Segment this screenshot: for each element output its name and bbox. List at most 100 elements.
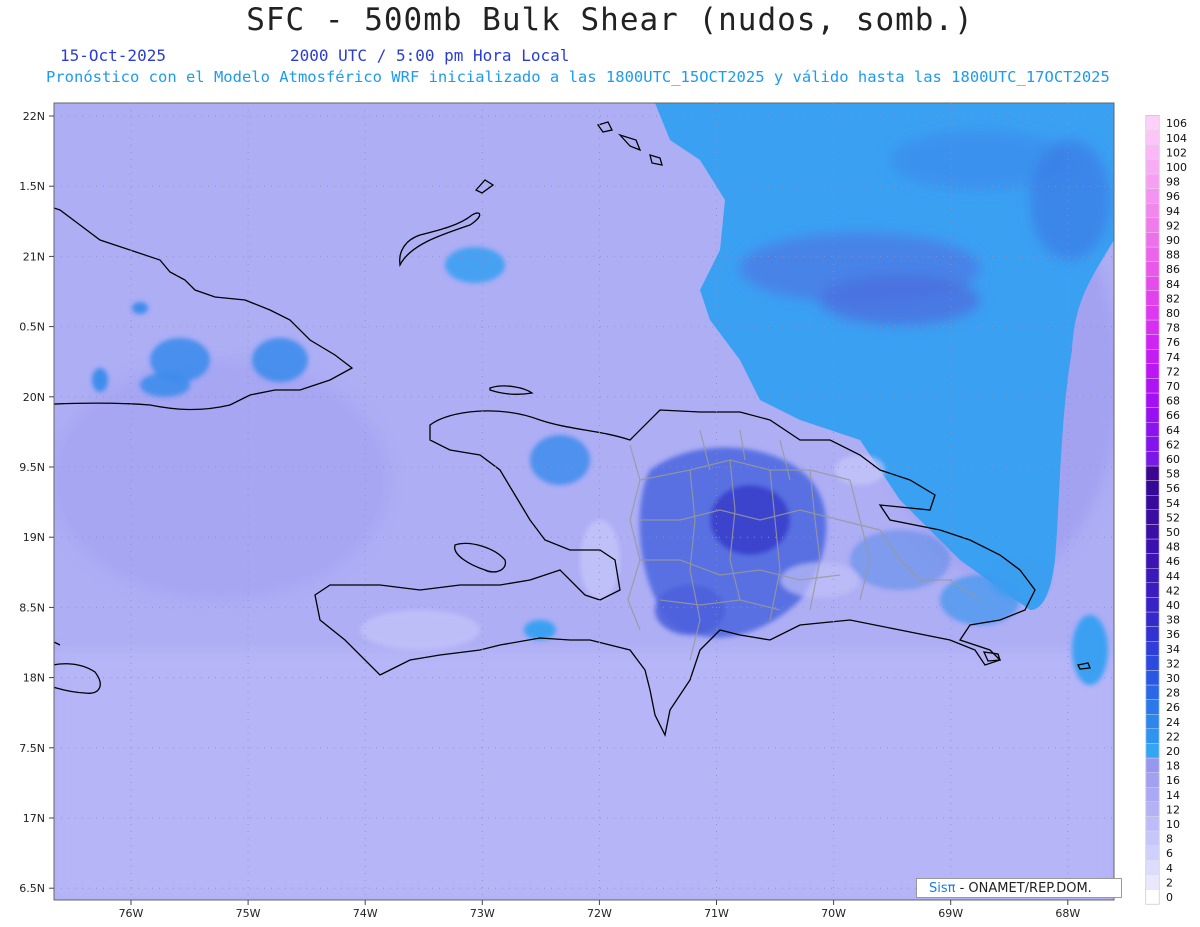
legend-label: 30 — [1166, 672, 1180, 685]
legend-swatch — [1145, 655, 1160, 671]
legend-label: 66 — [1166, 409, 1180, 422]
legend-swatch — [1145, 246, 1160, 262]
legend-swatch — [1145, 860, 1160, 876]
legend-label: 106 — [1166, 117, 1187, 130]
legend-label: 78 — [1166, 322, 1180, 335]
legend-swatch — [1145, 232, 1160, 248]
legend-swatch — [1145, 290, 1160, 306]
legend-swatch — [1145, 334, 1160, 350]
legend-label: 102 — [1166, 146, 1187, 159]
legend-label: 12 — [1166, 803, 1180, 816]
legend-label: 26 — [1166, 701, 1180, 714]
legend-label: 10 — [1166, 818, 1180, 831]
legend-swatch — [1145, 772, 1160, 788]
legend-swatch — [1145, 801, 1160, 817]
legend-swatch — [1145, 495, 1160, 511]
legend-swatch — [1145, 129, 1160, 145]
legend-swatch — [1145, 261, 1160, 277]
legend-swatch — [1145, 202, 1160, 218]
legend-label: 84 — [1166, 278, 1180, 291]
legend-label: 104 — [1166, 132, 1187, 145]
credit-org: - ONAMET/REP.DOM. — [959, 881, 1092, 896]
legend-label: 20 — [1166, 745, 1180, 758]
legend-swatch — [1145, 436, 1160, 452]
legend-label: 88 — [1166, 249, 1180, 262]
legend-swatch — [1145, 524, 1160, 540]
legend-swatch — [1145, 378, 1160, 394]
legend-swatch — [1145, 743, 1160, 759]
legend-label: 2 — [1166, 876, 1173, 889]
legend-swatch — [1145, 465, 1160, 481]
legend-swatch — [1145, 845, 1160, 861]
legend-label: 52 — [1166, 511, 1180, 524]
legend-label: 46 — [1166, 555, 1180, 568]
legend-label: 86 — [1166, 263, 1180, 276]
legend-swatch — [1145, 538, 1160, 554]
legend-label: 54 — [1166, 497, 1180, 510]
legend-swatch — [1145, 349, 1160, 365]
legend-swatch — [1145, 728, 1160, 744]
legend-label: 82 — [1166, 292, 1180, 305]
legend-label: 76 — [1166, 336, 1180, 349]
legend-swatch — [1145, 144, 1160, 160]
legend-swatch — [1145, 611, 1160, 627]
legend-label: 80 — [1166, 307, 1180, 320]
legend-label: 60 — [1166, 453, 1180, 466]
legend-swatch — [1145, 173, 1160, 189]
legend-swatch — [1145, 626, 1160, 642]
legend-label: 36 — [1166, 628, 1180, 641]
legend-swatch — [1145, 188, 1160, 204]
legend-swatch — [1145, 597, 1160, 613]
legend-swatch — [1145, 684, 1160, 700]
legend-swatch — [1145, 874, 1160, 890]
legend-label: 74 — [1166, 351, 1180, 364]
legend-label: 42 — [1166, 584, 1180, 597]
legend-swatch — [1145, 407, 1160, 423]
legend-label: 0 — [1166, 891, 1173, 904]
legend-swatch — [1145, 451, 1160, 467]
legend-label: 22 — [1166, 730, 1180, 743]
legend-swatch — [1145, 480, 1160, 496]
legend-label: 34 — [1166, 643, 1180, 656]
legend-label: 100 — [1166, 161, 1187, 174]
legend-swatch — [1145, 363, 1160, 379]
legend-label: 58 — [1166, 468, 1180, 481]
legend-swatch — [1145, 422, 1160, 438]
legend-label: 72 — [1166, 365, 1180, 378]
legend-label: 28 — [1166, 687, 1180, 700]
legend-label: 50 — [1166, 526, 1180, 539]
legend-label: 6 — [1166, 847, 1173, 860]
legend-swatch — [1145, 568, 1160, 584]
legend-swatch — [1145, 757, 1160, 773]
legend-swatch — [1145, 699, 1160, 715]
legend-swatch — [1145, 159, 1160, 175]
legend-swatch — [1145, 714, 1160, 730]
legend-swatch — [1145, 889, 1160, 905]
legend-swatch — [1145, 115, 1160, 131]
legend-label: 90 — [1166, 234, 1180, 247]
legend-label: 94 — [1166, 205, 1180, 218]
legend-label: 92 — [1166, 219, 1180, 232]
credit-box: Sisπ - ONAMET/REP.DOM. — [916, 878, 1122, 898]
legend-label: 32 — [1166, 657, 1180, 670]
credit-brand: Sisπ — [929, 881, 956, 896]
legend-label: 98 — [1166, 176, 1180, 189]
legend-label: 70 — [1166, 380, 1180, 393]
legend-swatch — [1145, 582, 1160, 598]
legend-label: 4 — [1166, 862, 1173, 875]
legend-label: 68 — [1166, 395, 1180, 408]
legend-swatch — [1145, 392, 1160, 408]
legend-swatch — [1145, 816, 1160, 832]
legend-swatch — [1145, 641, 1160, 657]
legend-label: 8 — [1166, 833, 1173, 846]
legend-swatch — [1145, 276, 1160, 292]
legend-swatch — [1145, 553, 1160, 569]
legend-swatch — [1145, 670, 1160, 686]
legend-label: 48 — [1166, 541, 1180, 554]
legend-label: 38 — [1166, 614, 1180, 627]
legend-label: 24 — [1166, 716, 1180, 729]
legend-label: 40 — [1166, 599, 1180, 612]
legend-label: 44 — [1166, 570, 1180, 583]
legend-swatch — [1145, 787, 1160, 803]
legend-label: 16 — [1166, 774, 1180, 787]
